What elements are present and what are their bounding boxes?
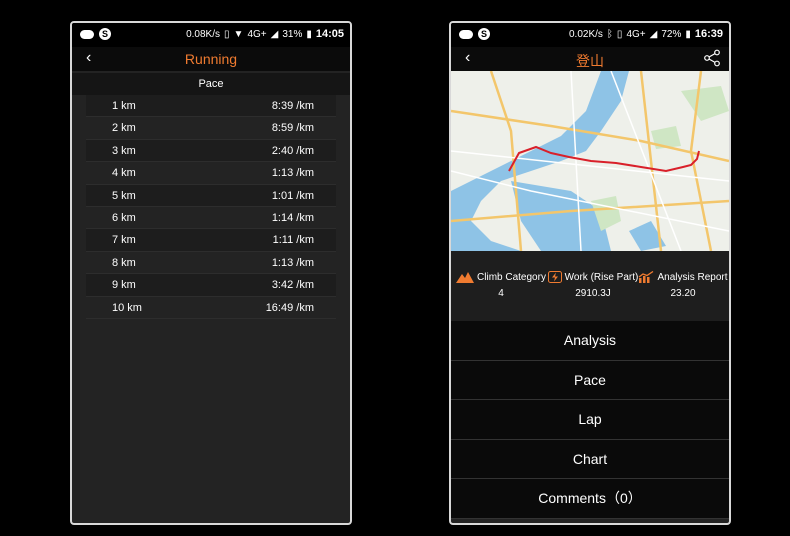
pace-value: 2:40 /km <box>271 144 314 157</box>
wifi-icon: ▼ <box>233 28 244 40</box>
stat-climb-category: Climb Category 4 <box>455 271 547 299</box>
app-bar: ‹ Running <box>72 47 350 71</box>
map-canvas <box>451 71 729 251</box>
signal-icon: ◢ <box>270 28 279 40</box>
stat-label: Analysis Report <box>657 271 728 283</box>
clock-time: 14:05 <box>315 28 344 40</box>
table-row: 8 km 1:13 /km <box>86 251 336 275</box>
table-row: 3 km 2:40 /km <box>86 139 336 163</box>
pace-section-header: Pace <box>72 73 350 95</box>
status-bar: S 0.02K/s ᛒ ▯ 4G+ ◢ 72% ▮ 16:39 <box>451 23 729 47</box>
signal-icon: ◢ <box>649 28 658 40</box>
pace-value: 1:01 /km <box>271 189 314 202</box>
menu-item-lap[interactable]: Lap <box>451 400 729 440</box>
menu-item-chart[interactable]: Chart <box>451 439 729 479</box>
page-title: Running <box>184 51 238 67</box>
km-label: 7 km <box>112 234 136 247</box>
km-label: 6 km <box>112 211 136 224</box>
pace-value: 1:11 /km <box>272 234 314 247</box>
app-s-icon: S <box>478 28 490 40</box>
pace-value: 8:59 /km <box>271 122 314 135</box>
stat-value: 4 <box>498 288 504 299</box>
pace-value: 16:49 /km <box>265 301 314 314</box>
page-title: 登山 <box>576 53 604 69</box>
weather-cloud-icon <box>80 29 94 39</box>
vibrate-icon: ▯ <box>224 28 230 40</box>
table-row: 4 km 1:13 /km <box>86 162 336 185</box>
table-row: 9 km 3:42 /km <box>86 274 336 297</box>
stat-label: Work (Rise Part) <box>564 271 639 283</box>
table-row: 10 km 16:49 /km <box>86 296 336 319</box>
battery-icon: ▮ <box>685 28 691 40</box>
app-s-icon: S <box>99 28 111 40</box>
stat-label: Climb Category <box>477 271 546 283</box>
app-bar: ‹ 登山 <box>451 47 729 71</box>
menu-item-comments[interactable]: Comments（0） <box>451 479 729 519</box>
detail-menu: Analysis Pace Lap Chart Comments（0） <box>451 321 729 519</box>
table-row: 2 km 8:59 /km <box>86 117 336 140</box>
km-label: 2 km <box>112 122 136 135</box>
network-type: 4G+ <box>247 28 267 40</box>
weather-cloud-icon <box>459 29 473 39</box>
network-speed: 0.02K/s <box>569 28 603 40</box>
phone-running-pace: S 0.08K/s ▯ ▼ 4G+ ◢ 31% ▮ 14:05 ‹ Runnin… <box>70 21 352 525</box>
pace-value: 1:14 /km <box>271 211 314 224</box>
stats-panel: Climb Category 4 Work (Rise Part) 2910.3… <box>451 251 729 321</box>
status-bar: S 0.08K/s ▯ ▼ 4G+ ◢ 31% ▮ 14:05 <box>72 23 350 47</box>
vibrate-icon: ▯ <box>616 28 623 40</box>
km-label: 9 km <box>112 279 136 292</box>
menu-item-pace[interactable]: Pace <box>451 360 729 400</box>
pace-table: 1 km 8:39 /km 2 km 8:59 /km 3 km 2:40 /km 4… <box>86 95 336 319</box>
km-label: 3 km <box>112 144 136 157</box>
battery-percent: 72% <box>661 28 682 40</box>
pace-value: 8:39 /km <box>271 100 314 112</box>
bluetooth-icon: ᛒ <box>606 28 613 40</box>
battery-icon: ▮ <box>306 28 312 40</box>
stat-work-rise: Work (Rise Part) 2910.3J <box>547 271 639 299</box>
pace-value: 1:13 /km <box>271 256 314 269</box>
km-label: 4 km <box>112 167 136 180</box>
km-label: 1 km <box>112 100 136 112</box>
menu-item-analysis[interactable]: Analysis <box>451 321 729 361</box>
clock-time: 16:39 <box>694 28 723 40</box>
route-map[interactable] <box>451 71 729 251</box>
network-speed: 0.08K/s <box>186 28 221 40</box>
km-label: 10 km <box>112 301 142 314</box>
trend-chart-icon <box>639 271 654 283</box>
battery-percent: 31% <box>282 28 303 40</box>
table-row: 5 km 1:01 /km <box>86 184 336 207</box>
lightning-icon <box>547 271 562 283</box>
km-label: 8 km <box>112 256 136 269</box>
km-label: 5 km <box>112 189 136 202</box>
table-row: 1 km 8:39 /km <box>86 95 336 118</box>
network-type: 4G+ <box>626 28 646 40</box>
stat-value: 2910.3J <box>575 288 611 299</box>
stat-value: 23.20 <box>670 288 696 299</box>
phone-climb-summary: S 0.02K/s ᛒ ▯ 4G+ ◢ 72% ▮ 16:39 ‹ 登山 Cli… <box>449 21 731 525</box>
pace-value: 1:13 /km <box>271 167 314 180</box>
table-row: 6 km 1:14 /km <box>86 206 336 230</box>
table-row: 7 km 1:11 /km <box>86 229 336 252</box>
share-icon[interactable] <box>703 49 721 67</box>
stat-analysis-report: Analysis Report 23.20 <box>637 271 729 299</box>
mountain-icon <box>456 272 475 283</box>
pace-value: 3:42 /km <box>271 279 314 292</box>
